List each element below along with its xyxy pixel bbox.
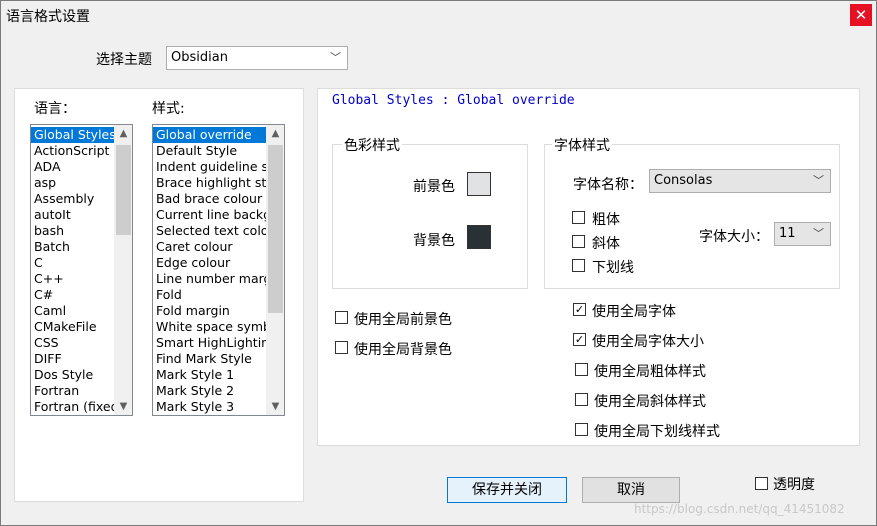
bold-checkbox[interactable] xyxy=(572,211,585,224)
global-italic-label: 使用全局斜体样式 xyxy=(594,394,706,410)
font-name-value: Consolas xyxy=(654,173,713,188)
list-item[interactable]: Smart HighLighting xyxy=(153,335,284,351)
scroll-thumb[interactable] xyxy=(116,145,131,235)
scroll-down-icon[interactable]: ▼ xyxy=(267,398,284,415)
background-label: 背景色 xyxy=(413,233,455,249)
chevron-down-icon: ﹀ xyxy=(330,51,341,64)
language-listbox[interactable]: Global Styles ActionScript ADA asp Assembly a… xyxy=(30,124,133,416)
scroll-down-icon[interactable]: ▼ xyxy=(115,398,132,415)
theme-select[interactable]: Obsidian ﹀ xyxy=(166,46,348,70)
languages-label: 语言： xyxy=(34,101,76,117)
list-item[interactable]: Brace highlight styl xyxy=(153,175,284,191)
watermark-text: https://blog.csdn.net/qq_41451082 xyxy=(634,502,845,516)
italic-label: 斜体 xyxy=(592,236,620,252)
global-underline-label: 使用全局下划线样式 xyxy=(594,424,720,440)
global-italic-checkbox[interactable] xyxy=(575,393,588,406)
cancel-button[interactable]: 取消 xyxy=(582,477,680,503)
theme-select-value: Obsidian xyxy=(171,50,228,65)
global-font-checkbox[interactable]: ✓ xyxy=(573,303,586,316)
transparency-label: 透明度 xyxy=(773,477,815,493)
foreground-label: 前景色 xyxy=(413,179,455,195)
list-item[interactable]: Selected text colou xyxy=(153,223,284,239)
font-group-title: 字体样式 xyxy=(552,135,612,155)
list-item[interactable]: Fold margin xyxy=(153,303,284,319)
font-size-select[interactable]: 11 ﹀ xyxy=(774,222,831,246)
global-bg-label: 使用全局背景色 xyxy=(354,342,452,358)
style-items: Global override Default Style Indent guide… xyxy=(153,127,284,415)
global-font-size-checkbox[interactable]: ✓ xyxy=(573,333,586,346)
font-size-label: 字体大小： xyxy=(699,229,769,245)
list-item[interactable]: Mark Style 2 xyxy=(153,383,284,399)
bold-label: 粗体 xyxy=(592,212,620,228)
scroll-thumb[interactable] xyxy=(268,145,283,313)
global-bold-label: 使用全局粗体样式 xyxy=(594,364,706,380)
save-close-button[interactable]: 保存并关闭 xyxy=(447,477,567,503)
font-size-value: 11 xyxy=(779,226,796,241)
list-item[interactable]: Indent guideline st xyxy=(153,159,284,175)
chevron-down-icon: ﹀ xyxy=(813,174,824,187)
background-color-swatch[interactable] xyxy=(467,225,491,249)
list-item[interactable]: Fold xyxy=(153,287,284,303)
scroll-up-icon[interactable]: ▲ xyxy=(267,125,284,142)
list-item[interactable]: Mark Style 3 xyxy=(153,399,284,415)
list-item[interactable]: Line number marg xyxy=(153,271,284,287)
global-bold-checkbox[interactable] xyxy=(575,363,588,376)
transparency-checkbox[interactable] xyxy=(755,477,768,490)
font-style-group xyxy=(544,144,840,289)
style-scrollbar[interactable]: ▲ ▼ xyxy=(266,125,284,415)
underline-label: 下划线 xyxy=(592,260,634,276)
list-item[interactable]: Find Mark Style xyxy=(153,351,284,367)
style-listbox[interactable]: Global override Default Style Indent guide… xyxy=(152,124,285,416)
font-name-select[interactable]: Consolas ﹀ xyxy=(649,169,831,193)
window-title: 语言格式设置 xyxy=(6,9,90,25)
list-item[interactable]: Bad brace colour xyxy=(153,191,284,207)
scroll-up-icon[interactable]: ▲ xyxy=(115,125,132,142)
list-item[interactable]: White space symbo xyxy=(153,319,284,335)
color-style-group xyxy=(332,144,528,289)
list-item[interactable]: Mark Style 1 xyxy=(153,367,284,383)
list-item[interactable]: Current line backgr xyxy=(153,207,284,223)
close-button[interactable]: ✕ xyxy=(850,4,872,26)
list-item[interactable]: Default Style xyxy=(153,143,284,159)
list-item[interactable]: Caret colour xyxy=(153,239,284,255)
global-underline-checkbox[interactable] xyxy=(575,423,588,436)
language-scrollbar[interactable]: ▲ ▼ xyxy=(114,125,132,415)
global-font-size-label: 使用全局字体大小 xyxy=(592,334,704,350)
theme-label: 选择主题 xyxy=(96,52,152,68)
global-bg-checkbox[interactable] xyxy=(335,341,348,354)
color-group-title: 色彩样式 xyxy=(342,135,402,155)
font-name-label: 字体名称： xyxy=(573,177,643,193)
styles-label: 样式: xyxy=(152,101,185,117)
list-item[interactable]: Edge colour xyxy=(153,255,284,271)
global-fg-label: 使用全局前景色 xyxy=(354,312,452,328)
global-fg-checkbox[interactable] xyxy=(335,311,348,324)
italic-checkbox[interactable] xyxy=(572,235,585,248)
chevron-down-icon: ﹀ xyxy=(813,227,824,240)
list-item[interactable]: Global override xyxy=(153,127,284,143)
underline-checkbox[interactable] xyxy=(572,259,585,272)
global-font-label: 使用全局字体 xyxy=(592,304,676,320)
style-header: Global Styles : Global override xyxy=(332,93,575,108)
foreground-color-swatch[interactable] xyxy=(467,172,491,196)
